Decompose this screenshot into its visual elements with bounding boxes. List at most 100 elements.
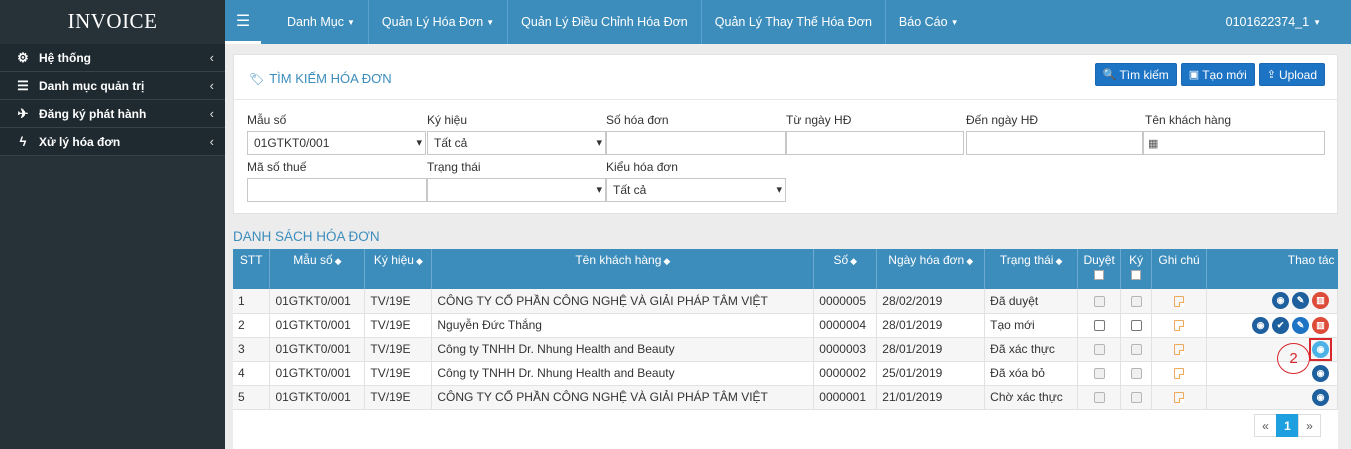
nav-bao-cao[interactable]: Báo Cáo ▼	[886, 0, 972, 44]
cell-ten-khach-hang: CÔNG TY CỔ PHẦN CÔNG NGHỆ VÀ GIẢI PHÁP T…	[431, 385, 815, 410]
edit-icon[interactable]: ✎	[1292, 292, 1309, 310]
sort-icon: ◆	[966, 256, 974, 266]
cell-ten-khach-hang: Nguyễn Đức Thắng	[431, 313, 815, 338]
col-ngay-hoa-don[interactable]: Ngày hóa đơn ◆	[876, 249, 986, 289]
cell-ten-khach-hang: Công ty TNHH Dr. Nhung Health and Beauty	[431, 337, 815, 362]
field-label: Mã số thuế	[247, 160, 307, 174]
view-eye-icon[interactable]: ◉	[1312, 388, 1329, 406]
note-icon[interactable]	[1174, 320, 1185, 332]
mau-so-select[interactable]: 01GTKT0/001	[247, 131, 426, 155]
ky-checkbox[interactable]	[1130, 320, 1142, 332]
col-trang-thai[interactable]: Trạng thái ◆	[984, 249, 1079, 289]
search-button[interactable]: 🔍 Tìm kiếm	[1094, 63, 1177, 86]
cell-thao-tac: ◉	[1206, 337, 1338, 362]
col-thao-tac: Thao tác	[1206, 249, 1338, 289]
note-icon[interactable]	[1174, 344, 1185, 356]
create-button[interactable]: ▣ Tạo mới	[1180, 63, 1255, 86]
table-row: 3 01GTKT0/001 TV/19E Công ty TNHH Dr. Nh…	[233, 337, 1338, 362]
col-stt[interactable]: STT	[233, 249, 271, 289]
cell-ten-khach-hang: CÔNG TY CỔ PHẦN CÔNG NGHỆ VÀ GIẢI PHÁP T…	[431, 289, 815, 314]
select-all-duyet-checkbox[interactable]	[1094, 270, 1105, 280]
duyet-checkbox[interactable]	[1093, 320, 1105, 332]
search-panel-title: 🏷 TÌM KIẾM HÓA ĐƠN	[249, 71, 392, 86]
field-label: Ký hiệu	[427, 113, 468, 127]
pagination-prev[interactable]: «	[1254, 414, 1277, 437]
nav-quan-ly-thay-the[interactable]: Quản Lý Thay Thế Hóa Đơn	[702, 0, 886, 44]
cell-ky	[1120, 289, 1153, 314]
nav-danh-muc[interactable]: Danh Mục ▼	[261, 0, 369, 44]
calendar-icon[interactable]: ▦	[1148, 137, 1158, 150]
ky-hieu-select[interactable]: Tất cả	[427, 131, 606, 155]
sidebar-item-he-thong[interactable]: ⚙ Hệ thống ‹	[0, 44, 225, 72]
brand-logo: INVOICE	[0, 0, 225, 44]
menu-toggle-icon[interactable]: ☰	[225, 0, 261, 44]
cell-mau-so: 01GTKT0/001	[269, 313, 366, 338]
ten-khach-hang-input[interactable]: ▦	[1143, 131, 1325, 155]
approve-check-icon[interactable]: ✔	[1272, 316, 1289, 334]
user-menu[interactable]: 0101622374_1 ▼	[1226, 0, 1351, 44]
nav-label: Quản Lý Điều Chỉnh Hóa Đơn	[521, 15, 688, 29]
cell-trang-thai: Đã xóa bỏ	[984, 361, 1079, 386]
invoice-list-title: DANH SÁCH HÓA ĐƠN	[233, 229, 380, 244]
select-all-ky-checkbox[interactable]	[1131, 270, 1142, 280]
delete-trash-icon[interactable]: ▥	[1312, 316, 1329, 334]
pencil-icon[interactable]: ✎	[1292, 316, 1309, 334]
header-label: Ký	[1129, 253, 1144, 267]
field-den-ngay: Đến ngày HĐ	[966, 113, 1143, 155]
bolt-icon: ϟ	[19, 134, 27, 149]
duyet-checkbox	[1093, 392, 1105, 404]
cell-ngay: 21/01/2019	[876, 385, 986, 410]
cell-ngay: 28/01/2019	[876, 337, 986, 362]
sidebar: INVOICE ⚙ Hệ thống ‹ ☰ Danh mục quản trị…	[0, 0, 225, 449]
den-ngay-input[interactable]	[966, 131, 1143, 155]
view-eye-icon[interactable]: ◉	[1272, 292, 1289, 310]
cell-ky-hieu: TV/19E	[364, 385, 433, 410]
user-id: 0101622374_1	[1225, 15, 1310, 29]
view-eye-icon[interactable]: ◉	[1312, 364, 1329, 382]
plane-icon: ✈	[17, 105, 29, 121]
sidebar-item-dang-ky-phat-hanh[interactable]: ✈ Đăng ký phát hành ‹	[0, 100, 225, 128]
nav-quan-ly-hoa-don[interactable]: Quản Lý Hóa Đơn ▼	[369, 0, 509, 44]
tags-icon: 🏷	[249, 71, 265, 86]
invoice-table: STT Mẫu số ◆ Ký hiệu ◆ Tên khách hàng ◆ Số ◆…	[233, 249, 1338, 410]
sort-icon: ◆	[334, 256, 342, 266]
col-ky-hieu[interactable]: Ký hiệu ◆	[364, 249, 433, 289]
button-label: Tìm kiếm	[1119, 67, 1169, 82]
kieu-hoa-don-select[interactable]: Tất cả	[606, 178, 786, 202]
so-hoa-don-input[interactable]	[606, 131, 786, 155]
cell-ghi-chu	[1151, 361, 1207, 386]
table-row: 2 01GTKT0/001 TV/19E Nguyễn Đức Thắng 00…	[233, 313, 1338, 338]
note-icon[interactable]	[1174, 368, 1185, 380]
cell-mau-so: 01GTKT0/001	[269, 337, 366, 362]
pagination-page-1[interactable]: 1	[1276, 414, 1299, 437]
header-label: Tên khách hàng	[575, 253, 662, 267]
cell-ghi-chu	[1151, 313, 1207, 338]
col-mau-so[interactable]: Mẫu số ◆	[269, 249, 366, 289]
tu-ngay-input[interactable]	[786, 131, 964, 155]
cell-stt: 4	[233, 361, 271, 386]
ma-so-thue-input[interactable]	[247, 178, 427, 202]
select-value: Tất cả	[613, 183, 647, 197]
chevron-left-icon: ‹	[209, 106, 214, 121]
nav-quan-ly-dieu-chinh[interactable]: Quản Lý Điều Chỉnh Hóa Đơn	[508, 0, 702, 44]
pagination-next[interactable]: »	[1298, 414, 1321, 437]
table-row: 1 01GTKT0/001 TV/19E CÔNG TY CỔ PHẦN CÔN…	[233, 289, 1338, 314]
upload-button[interactable]: ⇪ Upload	[1258, 63, 1325, 86]
cell-duyet	[1077, 337, 1122, 362]
trang-thai-select[interactable]	[427, 178, 606, 202]
view-eye-icon[interactable]: ◉	[1312, 340, 1329, 358]
sidebar-item-xu-ly-hoa-don[interactable]: ϟ Xử lý hóa đơn ‹	[0, 128, 225, 156]
sidebar-item-danh-muc-quan-tri[interactable]: ☰ Danh mục quản trị ‹	[0, 72, 225, 100]
note-icon[interactable]	[1174, 296, 1185, 308]
view-eye-icon[interactable]: ◉	[1252, 316, 1269, 334]
note-icon[interactable]	[1174, 392, 1185, 404]
delete-trash-icon[interactable]: ▥	[1312, 292, 1329, 310]
col-ten-khach-hang[interactable]: Tên khách hàng ◆	[431, 249, 815, 289]
col-so[interactable]: Số ◆	[813, 249, 878, 289]
header-label: Ngày hóa đơn	[888, 253, 965, 267]
header-label: Thao tác	[1287, 253, 1335, 267]
field-label: Kiểu hóa đơn	[606, 160, 678, 174]
field-label: Đến ngày HĐ	[966, 113, 1039, 127]
table-row: 5 01GTKT0/001 TV/19E CÔNG TY CỔ PHẦN CÔN…	[233, 385, 1338, 410]
cell-thao-tac: ◉ ✔ ✎ ▥	[1206, 313, 1338, 338]
